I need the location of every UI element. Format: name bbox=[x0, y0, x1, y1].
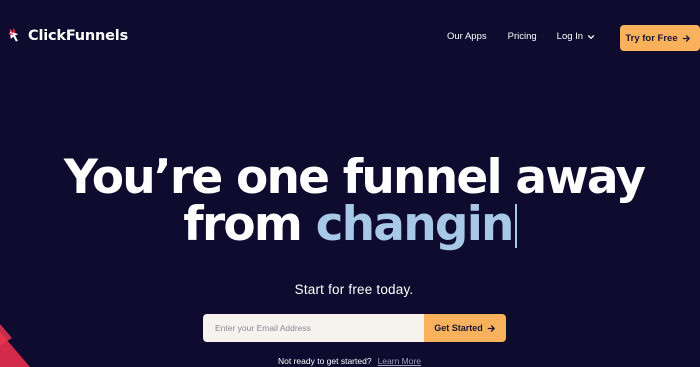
not-ready-prompt: Not ready to get started? Learn More bbox=[278, 356, 421, 366]
hero-subheading: Start for free today. bbox=[294, 282, 414, 297]
logo-text: ClickFunnels bbox=[28, 28, 129, 44]
nav-login-label: Log In bbox=[556, 31, 584, 42]
hero-headline-prefix: from bbox=[183, 197, 316, 252]
try-for-free-label: Try for Free bbox=[625, 32, 678, 44]
try-for-free-button[interactable]: Try for Free bbox=[620, 25, 700, 51]
clickfunnels-logo-icon bbox=[8, 28, 19, 42]
get-started-button[interactable]: Get Started bbox=[424, 314, 506, 342]
learn-more-link[interactable]: Learn More bbox=[378, 356, 421, 366]
signup-form: Get Started bbox=[203, 314, 506, 342]
typing-caret bbox=[514, 204, 517, 248]
logo[interactable]: ClickFunnels bbox=[8, 28, 128, 44]
arrow-right-icon bbox=[682, 34, 690, 42]
chevron-down-icon bbox=[587, 34, 595, 39]
hero-headline-line-2: from changin bbox=[0, 199, 700, 251]
landing-page: ClickFunnels Our Apps Pricing Log In Try… bbox=[0, 0, 700, 367]
nav-login-dropdown[interactable]: Log In bbox=[557, 31, 595, 42]
nav-link-pricing[interactable]: Pricing bbox=[508, 31, 537, 42]
email-input[interactable] bbox=[203, 314, 424, 342]
hero-headline-typed-word: changin bbox=[315, 197, 515, 252]
arrow-right-icon bbox=[487, 324, 495, 332]
main-nav: Our Apps Pricing Log In bbox=[447, 31, 595, 42]
not-ready-text: Not ready to get started? bbox=[278, 356, 372, 366]
get-started-label: Get Started bbox=[434, 323, 483, 333]
corner-decoration bbox=[0, 324, 30, 367]
nav-link-our-apps[interactable]: Our Apps bbox=[447, 31, 487, 42]
